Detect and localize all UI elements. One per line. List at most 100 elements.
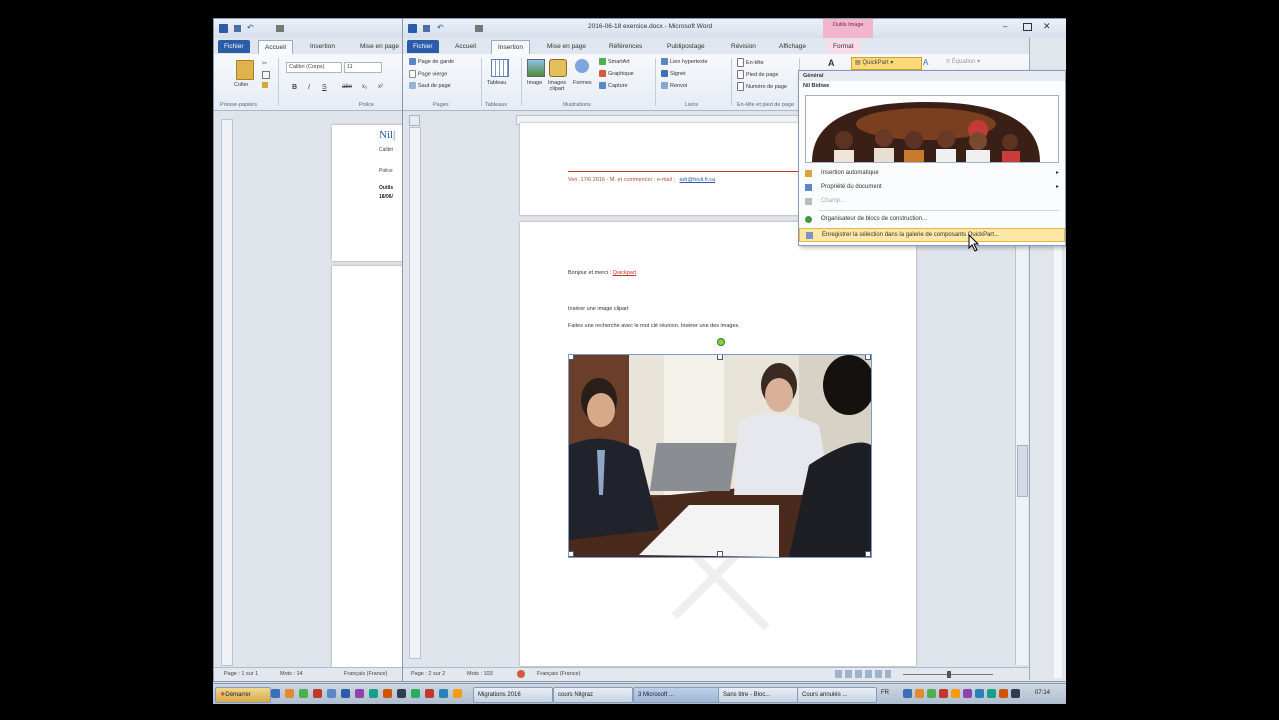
menu-item-propriete-document[interactable]: Propriété du document ▸ [799, 181, 1065, 194]
tab-mise-en-page[interactable]: Mise en page [541, 40, 592, 53]
text-box-icon[interactable]: A [828, 58, 835, 68]
meeting-photo[interactable] [568, 354, 872, 558]
quicklaunch-icon[interactable] [397, 689, 406, 698]
numero-de-page-button[interactable]: Numéro de page [737, 82, 787, 91]
smartart-button[interactable]: SmartArt [599, 58, 630, 65]
selection-handle[interactable] [865, 355, 871, 360]
page-count[interactable]: Page : 1 sur 1 [224, 671, 258, 677]
zoom-thumb[interactable] [947, 671, 951, 678]
selection-handle[interactable] [569, 355, 574, 360]
quickpart-inline-link[interactable]: Quickpart [613, 270, 637, 276]
renvoi-button[interactable]: Renvoi [661, 82, 687, 89]
selection-handle[interactable] [865, 551, 871, 557]
subscript-button[interactable]: x₂ [362, 84, 367, 90]
print-icon[interactable] [475, 25, 483, 32]
menu-item-organisateur-blocs[interactable]: Organisateur de blocs de construction... [799, 213, 1065, 226]
image-button[interactable]: Image [527, 80, 542, 86]
undo-icon[interactable]: ↶ [437, 23, 444, 32]
tray-icon[interactable] [915, 689, 924, 698]
bold-button[interactable]: B [292, 84, 297, 91]
clock[interactable]: 07:14 [1035, 690, 1050, 696]
back-tab-accueil[interactable]: Accueil [258, 40, 293, 54]
paste-label[interactable]: Coller [234, 82, 248, 88]
tray-icon[interactable] [1011, 689, 1020, 698]
tab-insertion[interactable]: Insertion [491, 40, 530, 54]
tray-icon[interactable] [903, 689, 912, 698]
quicklaunch-icon[interactable] [355, 689, 364, 698]
menu-item-enregistrer-selection[interactable]: Enregistrer la sélection dans la galerie… [799, 228, 1065, 242]
tray-icon[interactable] [927, 689, 936, 698]
page-count[interactable]: Page : 2 sur 2 [411, 671, 445, 677]
save-icon[interactable] [423, 25, 430, 32]
selection-handle[interactable] [569, 551, 574, 557]
tab-affichage[interactable]: Affichage [773, 40, 812, 53]
undo-icon[interactable]: ↶ [247, 23, 254, 32]
taskbar-button-bloc-notes[interactable]: Sans titre - Bloc... [718, 687, 800, 703]
images-clipart-button[interactable]: Images clipart [543, 80, 571, 92]
strikethrough-button[interactable]: abe [342, 84, 352, 90]
taskbar-button-word[interactable]: 3 Microsoft ... [633, 687, 721, 703]
language-indicator[interactable]: FR [881, 690, 889, 696]
close-icon[interactable]: ✕ [1043, 21, 1051, 32]
quickpart-button[interactable]: ▤ QuickPart ▾ [851, 57, 922, 70]
menu-item-champ[interactable]: Champ... [799, 195, 1065, 208]
word-count[interactable]: Mots : 103 [467, 671, 493, 677]
taskbar-button-migrations[interactable]: Migrations 2016 [473, 687, 553, 703]
proofing-icon[interactable] [517, 670, 525, 678]
shapes-icon[interactable] [575, 59, 589, 73]
print-icon[interactable] [276, 25, 284, 32]
entete-button[interactable]: En-tête [737, 58, 764, 67]
quicklaunch-icon[interactable] [369, 689, 378, 698]
equation-button[interactable]: π Équation ▾ [946, 58, 980, 65]
tray-icon[interactable] [951, 689, 960, 698]
wordart-icon[interactable]: A [923, 58, 928, 67]
tray-icon[interactable] [999, 689, 1008, 698]
back-tab-mise-en-page[interactable]: Mise en page [354, 40, 404, 53]
tray-icon[interactable] [939, 689, 948, 698]
quicklaunch-icon[interactable] [453, 689, 462, 698]
tab-fichier[interactable]: Fichier [407, 40, 439, 53]
maximize-icon[interactable] [1023, 23, 1032, 31]
ruler-toggle-icon[interactable] [409, 115, 420, 126]
tab-references[interactable]: Références [603, 40, 648, 53]
quicklaunch-icon[interactable] [313, 689, 322, 698]
view-buttons[interactable] [835, 670, 891, 678]
minimize-icon[interactable]: – [1003, 22, 1007, 31]
page-de-garde-button[interactable]: Page de garde [409, 58, 454, 65]
tableau-button[interactable]: Tableau [487, 80, 506, 86]
taskbar-button-cours[interactable]: cours Nilgraz [553, 687, 633, 703]
tray-icon[interactable] [987, 689, 996, 698]
tab-format[interactable]: Format [827, 40, 860, 53]
selection-handle[interactable] [717, 355, 723, 360]
cut-icon[interactable]: ✂ [262, 60, 267, 67]
quickpart-gallery-item[interactable] [805, 95, 1059, 163]
copy-icon[interactable] [262, 71, 270, 79]
table-icon[interactable] [491, 59, 509, 77]
quicklaunch-icon[interactable] [271, 689, 280, 698]
start-button[interactable]: ❖Démarrer [215, 687, 271, 703]
underline-button[interactable]: S [322, 84, 327, 91]
tab-revision[interactable]: Révision [725, 40, 762, 53]
formes-button[interactable]: Formes [573, 80, 592, 86]
quicklaunch-icon[interactable] [299, 689, 308, 698]
save-icon[interactable] [234, 25, 241, 32]
quicklaunch-icon[interactable] [411, 689, 420, 698]
clipart-icon[interactable] [549, 59, 567, 77]
tab-accueil[interactable]: Accueil [449, 40, 482, 53]
back-tab-fichier[interactable]: Fichier [218, 40, 250, 53]
tray-icon[interactable] [963, 689, 972, 698]
signet-button[interactable]: Signet [661, 70, 686, 77]
quicklaunch-icon[interactable] [439, 689, 448, 698]
tab-publipostage[interactable]: Publipostage [661, 40, 711, 53]
superscript-button[interactable]: x² [378, 84, 383, 90]
quicklaunch-icon[interactable] [341, 689, 350, 698]
selection-handle[interactable] [717, 551, 723, 557]
pied-de-page-button[interactable]: Pied de page [737, 70, 778, 79]
taskbar-button-cours-annules[interactable]: Cours annulés ... [797, 687, 877, 703]
quicklaunch-icon[interactable] [285, 689, 294, 698]
paste-icon[interactable] [236, 60, 254, 80]
capture-button[interactable]: Capture [599, 82, 628, 89]
saut-de-page-button[interactable]: Saut de page [409, 82, 451, 89]
quicklaunch-icon[interactable] [327, 689, 336, 698]
language-status[interactable]: Français (France) [537, 671, 580, 677]
